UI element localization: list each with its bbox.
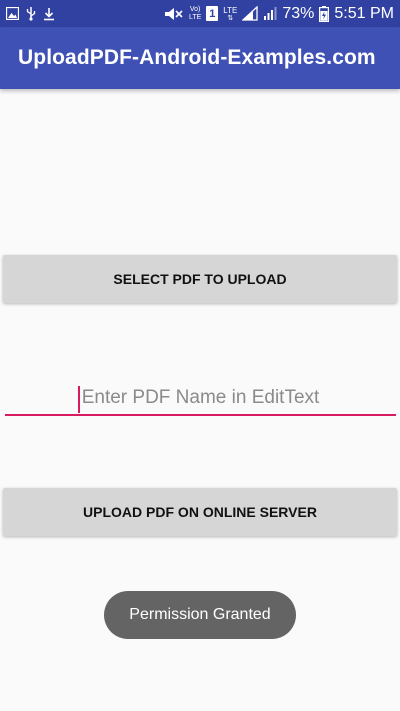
status-bar: Vo) LTE 1 LTE ⇅ 73% 5:51 PM — [0, 0, 400, 27]
download-icon — [43, 7, 55, 21]
select-pdf-button[interactable]: SELECT PDF TO UPLOAD — [3, 255, 397, 303]
battery-icon — [319, 5, 330, 22]
text-cursor — [78, 386, 80, 413]
mute-icon — [164, 7, 184, 21]
app-bar: UploadPDF-Android-Examples.com — [0, 27, 400, 89]
app-title: UploadPDF-Android-Examples.com — [18, 46, 376, 69]
permission-toast: Permission Granted — [104, 591, 296, 639]
usb-icon — [26, 6, 36, 21]
sim-icon: 1 — [206, 6, 219, 21]
pdf-name-input-underline — [5, 414, 396, 416]
battery-percent: 73% — [282, 4, 315, 22]
sim-label: 1 — [209, 7, 216, 20]
gallery-icon — [6, 7, 19, 20]
signal-icon-2 — [263, 6, 277, 21]
status-bar-left — [6, 6, 55, 21]
upload-pdf-button[interactable]: UPLOAD PDF ON ONLINE SERVER — [3, 488, 397, 536]
signal-icon — [242, 6, 259, 21]
status-bar-right: Vo) LTE 1 LTE ⇅ 73% 5:51 PM — [164, 5, 394, 23]
pdf-name-input[interactable] — [5, 380, 396, 416]
volte-icon: Vo) LTE — [188, 5, 202, 21]
pdf-name-field-container — [5, 380, 396, 420]
lte-indicator: LTE ⇅ — [223, 5, 238, 22]
toast-message: Permission Granted — [129, 606, 271, 623]
status-time: 5:51 PM — [334, 4, 394, 22]
app-screen: Vo) LTE 1 LTE ⇅ 73% 5:51 PM UploadPDF-An… — [0, 0, 400, 711]
